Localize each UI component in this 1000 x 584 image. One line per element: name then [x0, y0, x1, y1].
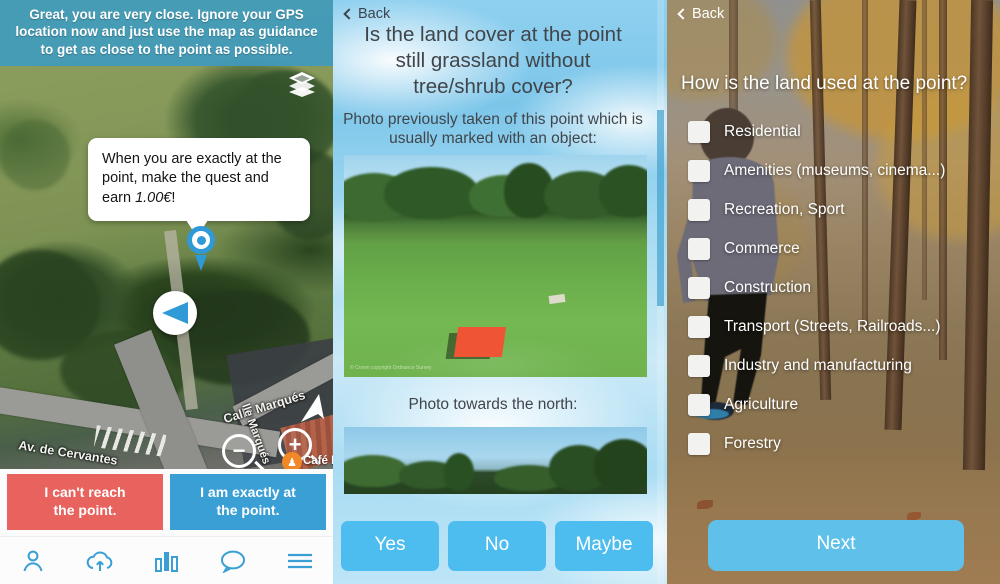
panel-map-navigation: Great, you are very close. Ignore your G…: [0, 0, 333, 584]
list-item[interactable]: Recreation, Sport: [688, 190, 992, 229]
cannot-reach-point-button[interactable]: I can't reach the point.: [7, 474, 163, 530]
callout-line-3-prefix: earn: [102, 189, 136, 206]
next-button[interactable]: Next: [708, 520, 964, 571]
exactly-at-line-1: I am exactly at: [200, 484, 296, 500]
photo-stone: [548, 293, 566, 305]
no-button[interactable]: No: [448, 521, 546, 571]
callout-line-1: When you are exactly at the: [102, 151, 282, 167]
person-icon[interactable]: [20, 548, 46, 574]
list-item[interactable]: Commerce: [688, 229, 992, 268]
list-item[interactable]: Industry and manufacturing: [688, 346, 992, 385]
hamburger-menu-icon[interactable]: [286, 551, 314, 571]
exactly-at-line-2: the point.: [216, 501, 280, 518]
target-point-marker[interactable]: [187, 226, 215, 254]
scrollbar-thumb[interactable]: [657, 110, 664, 306]
checkbox-forestry[interactable]: [688, 432, 710, 455]
callout-line-3-suffix: !: [171, 189, 176, 206]
list-item[interactable]: Construction: [688, 268, 992, 307]
label-industry: Industry and manufacturing: [724, 356, 912, 374]
label-forestry: Forestry: [724, 434, 781, 452]
north-photo-caption: Photo towards the north:: [408, 396, 578, 413]
layers-icon[interactable]: [288, 71, 316, 97]
guidance-banner: Great, you are very close. Ignore your G…: [0, 0, 333, 66]
back-button-landuse[interactable]: Back: [677, 6, 725, 22]
label-amenities: Amenities (museums, cinema...): [724, 161, 946, 179]
photo-watermark: © Crown copyright Ordnance Survey: [350, 364, 432, 371]
checkbox-transport[interactable]: [688, 315, 710, 338]
gps-position-marker[interactable]: [153, 291, 197, 335]
map-action-buttons: I can't reach the point. I am exactly at…: [0, 469, 333, 536]
question-title: Is the land cover at the point still gra…: [364, 23, 622, 99]
chat-bubble-icon[interactable]: [219, 549, 247, 573]
landuse-question-title: How is the land used at the point?: [681, 73, 968, 94]
list-item[interactable]: Residential: [688, 112, 992, 151]
label-recreation-sport: Recreation, Sport: [724, 200, 845, 218]
label-agriculture: Agriculture: [724, 395, 799, 413]
cannot-reach-line-2: the point.: [53, 501, 117, 518]
cloud-upload-icon[interactable]: [85, 548, 115, 574]
checkbox-construction[interactable]: [688, 276, 710, 299]
label-commerce: Commerce: [724, 239, 800, 257]
gps-direction-arrow: [162, 302, 188, 324]
back-label: Back: [358, 6, 391, 22]
answer-buttons: Yes No Maybe: [341, 521, 653, 571]
list-item[interactable]: Agriculture: [688, 385, 992, 424]
photo-marker-object: [453, 327, 507, 357]
checkbox-amenities[interactable]: [688, 159, 710, 182]
checkbox-commerce[interactable]: [688, 237, 710, 260]
checkbox-residential[interactable]: [688, 120, 710, 143]
cannot-reach-line-1: I can't reach: [44, 484, 126, 500]
panel-landcover-question: Back Is the land cover at the point stil…: [333, 0, 667, 584]
label-transport: Transport (Streets, Railroads...): [724, 317, 941, 335]
chevron-left-icon: [677, 8, 689, 20]
north-facing-photo[interactable]: [344, 427, 647, 494]
bottom-tab-bar: [0, 536, 333, 584]
zoom-out-button[interactable]: −: [222, 434, 256, 468]
exactly-at-point-button[interactable]: I am exactly at the point.: [170, 474, 326, 530]
maybe-button[interactable]: Maybe: [555, 521, 653, 571]
yes-button[interactable]: Yes: [341, 521, 439, 571]
previous-point-photo[interactable]: © Crown copyright Ordnance Survey: [344, 155, 647, 377]
poi-label: Café B: [303, 455, 333, 467]
checkbox-recreation-sport[interactable]: [688, 198, 710, 221]
list-item[interactable]: Transport (Streets, Railroads...): [688, 307, 992, 346]
bar-chart-icon[interactable]: [154, 549, 180, 573]
checkbox-agriculture[interactable]: [688, 393, 710, 416]
label-construction: Construction: [724, 278, 812, 296]
checkbox-industry[interactable]: [688, 354, 710, 377]
zoom-out-label: −: [232, 438, 246, 463]
label-residential: Residential: [724, 122, 801, 140]
list-item[interactable]: Amenities (museums, cinema...): [688, 151, 992, 190]
previous-photo-caption: Photo previously taken of this point whi…: [343, 111, 643, 148]
back-button-question[interactable]: Back: [343, 6, 391, 22]
three-panel-screenshot: Great, you are very close. Ignore your G…: [0, 0, 1000, 584]
callout-line-2: point, make the quest and: [102, 170, 269, 187]
callout-amount: 1.00€: [135, 189, 172, 206]
landuse-options-list: Residential Amenities (museums, cinema..…: [688, 112, 992, 463]
chevron-left-icon: [343, 8, 355, 20]
target-point-marker-tail: [195, 255, 207, 271]
panel-landuse-question: Back How is the land used at the point? …: [667, 0, 1000, 584]
back-label: Back: [692, 6, 725, 22]
quest-callout: When you are exactly at the point, make …: [88, 138, 310, 237]
list-item[interactable]: Forestry: [688, 424, 992, 463]
